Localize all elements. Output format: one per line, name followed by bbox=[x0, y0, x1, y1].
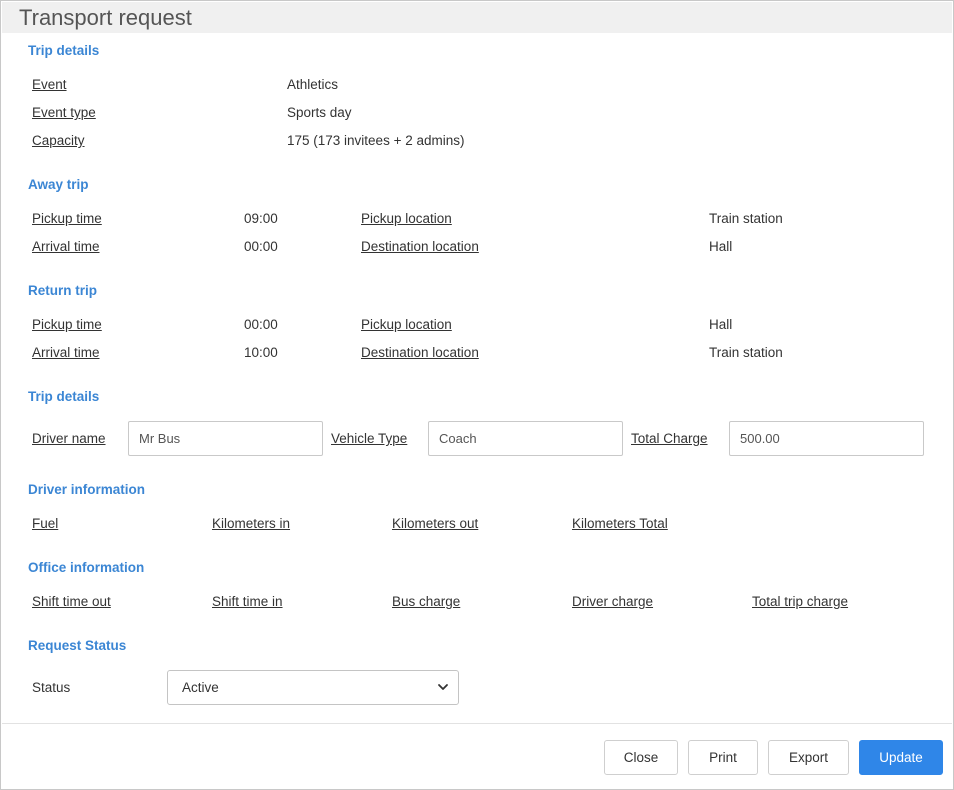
away-arrival-time-label[interactable]: Arrival time bbox=[32, 239, 100, 254]
close-button[interactable]: Close bbox=[604, 740, 678, 775]
transport-request-dialog: Transport request Trip details Event Ath… bbox=[0, 0, 954, 790]
bus-charge-label[interactable]: Bus charge bbox=[392, 594, 460, 609]
away-arrival-time-value: 00:00 bbox=[244, 239, 278, 254]
event-value: Athletics bbox=[287, 77, 339, 92]
request-status-heading: Request Status bbox=[28, 638, 127, 653]
return-pickup-location-value: Hall bbox=[709, 317, 733, 332]
driver-information-heading: Driver information bbox=[28, 482, 146, 497]
vehicle-type-label[interactable]: Vehicle Type bbox=[331, 431, 407, 446]
kilometers-in-label[interactable]: Kilometers in bbox=[212, 516, 290, 531]
total-charge-input[interactable] bbox=[729, 421, 924, 456]
return-pickup-location-label[interactable]: Pickup location bbox=[361, 317, 452, 332]
return-arrival-time-value: 10:00 bbox=[244, 345, 278, 360]
away-destination-location-value: Hall bbox=[709, 239, 733, 254]
total-charge-label[interactable]: Total Charge bbox=[631, 431, 708, 446]
event-type-label[interactable]: Event type bbox=[32, 105, 96, 120]
dialog-titlebar: Transport request bbox=[2, 2, 952, 33]
shift-time-out-label[interactable]: Shift time out bbox=[32, 594, 111, 609]
return-destination-location-label[interactable]: Destination location bbox=[361, 345, 479, 360]
status-select-value: Active bbox=[182, 680, 219, 695]
away-pickup-time-label[interactable]: Pickup time bbox=[32, 211, 102, 226]
update-button[interactable]: Update bbox=[859, 740, 943, 775]
print-button[interactable]: Print bbox=[688, 740, 758, 775]
capacity-label[interactable]: Capacity bbox=[32, 133, 85, 148]
office-information-heading: Office information bbox=[28, 560, 145, 575]
fuel-label[interactable]: Fuel bbox=[32, 516, 58, 531]
return-pickup-time-label[interactable]: Pickup time bbox=[32, 317, 102, 332]
event-label[interactable]: Event bbox=[32, 77, 67, 92]
capacity-value: 175 (173 invitees + 2 admins) bbox=[287, 133, 465, 148]
status-select[interactable]: Active bbox=[167, 670, 459, 705]
away-pickup-location-value: Train station bbox=[709, 211, 783, 226]
kilometers-out-label[interactable]: Kilometers out bbox=[392, 516, 478, 531]
away-pickup-time-value: 09:00 bbox=[244, 211, 278, 226]
kilometers-total-label[interactable]: Kilometers Total bbox=[572, 516, 668, 531]
shift-time-in-label[interactable]: Shift time in bbox=[212, 594, 283, 609]
driver-name-label[interactable]: Driver name bbox=[32, 431, 106, 446]
chevron-down-icon bbox=[436, 680, 450, 694]
driver-charge-label[interactable]: Driver charge bbox=[572, 594, 653, 609]
return-trip-heading: Return trip bbox=[28, 283, 97, 298]
export-button[interactable]: Export bbox=[768, 740, 849, 775]
away-trip-heading: Away trip bbox=[28, 177, 89, 192]
trip-details-form-heading: Trip details bbox=[28, 389, 100, 404]
trip-details-heading: Trip details bbox=[28, 43, 100, 58]
dialog-title: Transport request bbox=[19, 5, 192, 30]
driver-name-input[interactable] bbox=[128, 421, 323, 456]
return-pickup-time-value: 00:00 bbox=[244, 317, 278, 332]
total-trip-charge-label[interactable]: Total trip charge bbox=[752, 594, 848, 609]
return-arrival-time-label[interactable]: Arrival time bbox=[32, 345, 100, 360]
status-label: Status bbox=[32, 680, 71, 695]
away-destination-location-label[interactable]: Destination location bbox=[361, 239, 479, 254]
away-pickup-location-label[interactable]: Pickup location bbox=[361, 211, 452, 226]
return-destination-location-value: Train station bbox=[709, 345, 783, 360]
vehicle-type-input[interactable] bbox=[428, 421, 623, 456]
event-type-value: Sports day bbox=[287, 105, 352, 120]
